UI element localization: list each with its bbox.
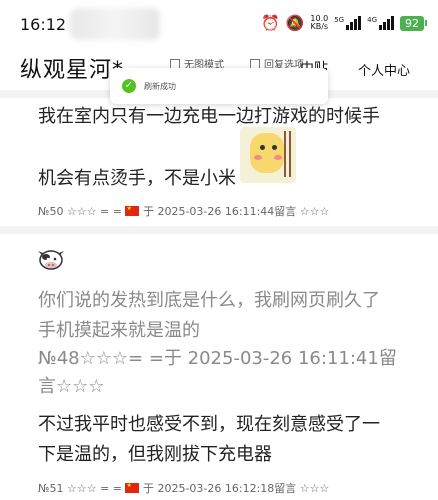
network-speed: 10.0 KB/s — [310, 15, 328, 31]
post-meta: №51 ☆☆☆ = = 于 2025-03-26 16:12:18留言 ☆☆☆ — [38, 480, 329, 496]
signal-5g-label: 5G — [334, 16, 345, 24]
cow-avatar-icon — [38, 250, 64, 270]
post-number: №50 ☆☆☆ = = — [38, 205, 126, 218]
sticker-image — [240, 127, 296, 183]
post-date: 于 2025-03-26 16:11:44留言 ☆☆☆ — [139, 205, 330, 218]
quoted-text-line: 手机摸起来就是温的 — [38, 320, 200, 341]
page-title: 纵观星河* — [20, 58, 125, 83]
post-number: №51 ☆☆☆ = = — [38, 482, 126, 495]
checkbox-icon — [170, 58, 180, 69]
post-text-line: 下是温的，但我刚拔下充电器 — [38, 444, 272, 465]
signal-5g-icon: 5G — [334, 16, 362, 30]
battery-icon: 92 — [400, 15, 427, 31]
china-flag-icon — [125, 482, 140, 493]
status-bar: 16:12 ⏰ 🔕 10.0 KB/s 5G 4G 92 — [0, 0, 438, 40]
status-icons: ⏰ 🔕 10.0 KB/s 5G 4G 92 — [261, 14, 427, 32]
net-speed-unit: KB/s — [310, 22, 329, 31]
toast-notification: ✓ 刷新成功 — [110, 68, 328, 104]
quoted-text-line: №48☆☆☆= =于 2025-03-26 16:11:41留 — [38, 348, 397, 369]
post-text-line: 不过我平时也感受不到，现在刻意感受了一 — [38, 414, 380, 435]
toast-text: 刷新成功 — [144, 81, 176, 91]
post-text-line: 我在室内只有一边充电一边打游戏的时候手 — [38, 106, 380, 127]
check-icon: ✓ — [122, 79, 136, 93]
user-center-link[interactable]: 个人中心 — [358, 60, 410, 79]
blurred-notification-area — [70, 8, 160, 40]
post-date: 于 2025-03-26 16:12:18留言 ☆☆☆ — [139, 482, 330, 495]
post-text-line: 机会有点烫手，不是小米 — [38, 168, 236, 189]
post-meta: №50 ☆☆☆ = = 于 2025-03-26 16:11:44留言 ☆☆☆ — [38, 203, 329, 219]
checkbox-icon — [250, 58, 260, 69]
quoted-text-line: 言☆☆☆ — [38, 376, 105, 397]
signal-4g-icon: 4G — [367, 16, 394, 30]
alarm-icon: ⏰ — [261, 14, 280, 32]
china-flag-icon — [125, 205, 140, 216]
divider — [0, 226, 438, 234]
signal-4g-label: 4G — [367, 16, 377, 24]
mute-icon: 🔕 — [285, 14, 305, 32]
quoted-text-line: 你们说的发热到底是什么，我刷网页刷久了 — [38, 290, 380, 311]
clock: 16:12 — [20, 15, 67, 34]
